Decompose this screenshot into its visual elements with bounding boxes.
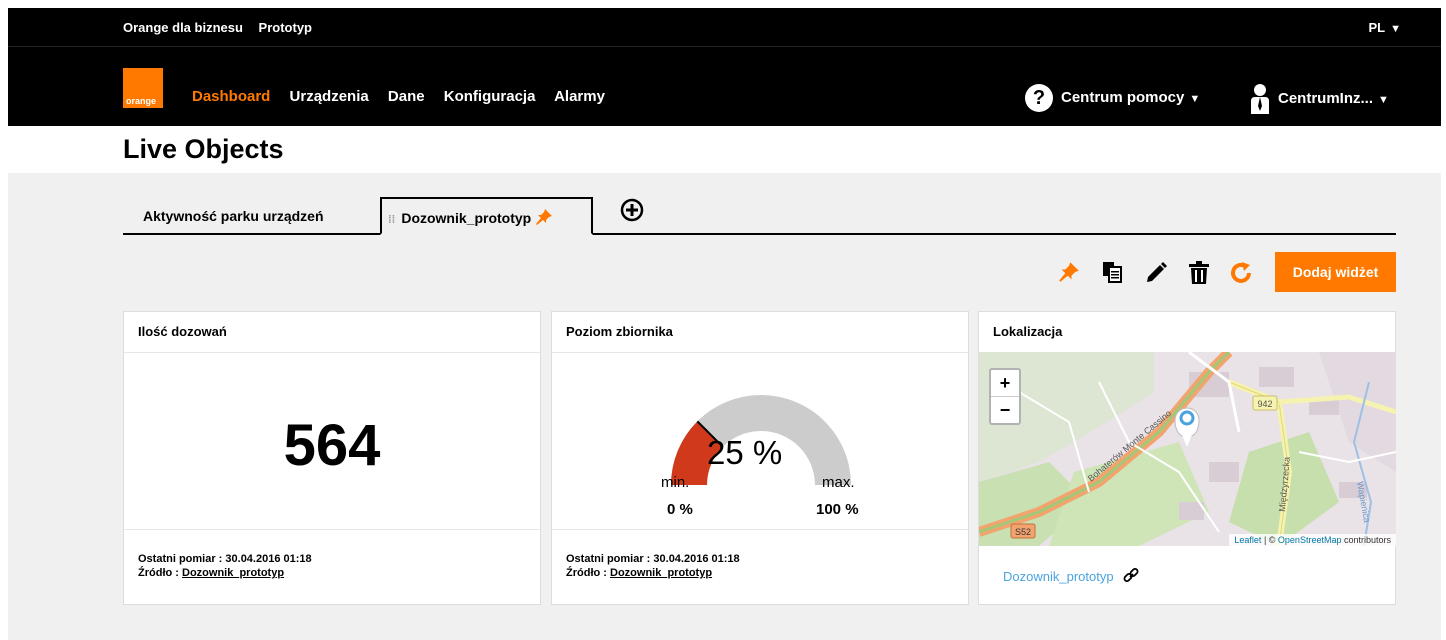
nav-item-data[interactable]: Dane [388,88,425,105]
source-row: Źródło : Dozownik_prototyp [566,566,968,580]
logo-text: orange [126,96,157,106]
refresh-button[interactable] [1229,261,1253,290]
drag-handle-icon[interactable]: ⁞⁞ [388,214,395,226]
main-nav: orange Dashboard Urządzenia Dane Konfigu… [8,46,1441,127]
copy-button[interactable] [1101,261,1123,288]
pin-icon [536,209,553,225]
help-label: Centrum pomocy [1061,88,1185,106]
top-bar: Orange dla biznesu Prototyp PL ▼ [8,8,1441,46]
nav-item-devices[interactable]: Urządzenia [290,88,369,105]
add-tab-button[interactable] [620,198,644,227]
gauge-min-value: 0 % [667,501,693,518]
tab-label: Dozownik_prototyp [401,210,532,226]
tank-level-value: 25 % [707,434,783,471]
chevron-down-icon: ▼ [1378,93,1389,106]
tab-fleet-activity[interactable]: Aktywność parku urządzeń [123,197,363,235]
brand-name: Orange dla biznesu [123,20,243,35]
tank-gauge [671,395,851,485]
nav-item-configuration[interactable]: Konfiguracja [444,88,536,105]
gauge-max-label: max. [822,474,855,491]
widget-title: Lokalizacja [979,312,1395,353]
source-row: Źródło : Dozownik_prototyp [138,566,540,580]
chevron-down-icon: ▼ [1189,92,1201,105]
nav-items: Dashboard Urządzenia Dane Konfiguracja A… [192,88,620,105]
widget-footer: Dozownik_prototyp [979,544,1395,604]
road-number-942: 942 [1257,399,1272,409]
pin-icon [1059,262,1079,282]
add-widget-button[interactable]: Dodaj widżet [1275,252,1396,292]
widget-footer: Ostatni pomiar : 30.04.2016 01:18 Źródło… [552,529,968,604]
last-measurement: Ostatni pomiar : 30.04.2016 01:18 [138,553,312,565]
title-bar: Live Objects [8,126,1441,173]
user-label: CentrumInz... [1278,89,1374,107]
help-center-menu[interactable]: ? Centrum pomocy ▼ [1025,84,1200,112]
gauge-max-value: 100 % [816,501,859,518]
user-menu[interactable]: CentrumInz... ▼ [1250,84,1389,114]
product-name: Prototyp [258,20,312,35]
refresh-icon [1231,262,1251,283]
zoom-control: + − [989,368,1021,425]
source-link[interactable]: Dozownik_prototyp [610,567,712,579]
road-number-s52: S52 [1015,527,1031,537]
source-label: Źródło : [138,567,179,579]
user-icon [1251,84,1269,114]
app-frame: Orange dla biznesu Prototyp PL ▼ orange D… [8,8,1441,640]
zoom-out-button[interactable]: − [991,397,1019,423]
copy-icon [1103,262,1122,283]
nav-item-alarms[interactable]: Alarmy [554,88,605,105]
source-label: Źródło : [566,567,607,579]
help-icon: ? [1025,84,1053,112]
widget-tank-level: Poziom zbiornika 25 % min. max. 0 % 100 … [551,311,969,605]
page-title: Live Objects [123,134,284,164]
edit-button[interactable] [1144,261,1168,290]
nav-item-dashboard[interactable]: Dashboard [192,88,270,105]
map-tiles: 942 S52 Bohaterów Monte Cassino Międzyrz… [979,352,1396,546]
last-measurement: Ostatni pomiar : 30.04.2016 01:18 [566,553,740,565]
pin-dashboard-button[interactable] [1058,261,1080,288]
brand: Orange dla biznesu Prototyp [123,20,324,35]
link-icon[interactable] [1123,568,1139,582]
orange-logo[interactable]: orange [123,68,163,108]
trash-icon [1189,261,1209,284]
delete-button[interactable] [1188,261,1210,290]
tab-dozownik[interactable]: ⁞⁞ Dozownik_prototyp [380,197,593,235]
language-label: PL [1368,20,1386,35]
dashboard-tabs: Aktywność parku urządzeń ⁞⁞ Dozownik_prot… [123,192,1396,235]
add-circle-icon [620,198,644,222]
location-map[interactable]: 942 S52 Bohaterów Monte Cassino Międzyrz… [979,352,1396,546]
zoom-in-button[interactable]: + [991,370,1019,397]
widget-dose-count: Ilość dozowań 564 Ostatni pomiar : 30.04… [123,311,541,605]
dose-count-value: 564 [283,413,381,478]
device-link[interactable]: Dozownik_prototyp [1003,569,1114,584]
gauge-min-label: min. [661,474,690,491]
widget-title: Ilość dozowań [124,312,540,353]
chevron-down-icon: ▼ [1390,23,1401,35]
widget-title: Poziom zbiornika [552,312,968,353]
language-selector[interactable]: PL ▼ [1368,20,1401,35]
widget-footer: Ostatni pomiar : 30.04.2016 01:18 Źródło… [124,529,540,604]
pencil-icon [1147,262,1167,282]
source-link[interactable]: Dozownik_prototyp [182,567,284,579]
widget-location: Lokalizacja 942 S52 Bohaterów Monte Cass… [978,311,1396,605]
